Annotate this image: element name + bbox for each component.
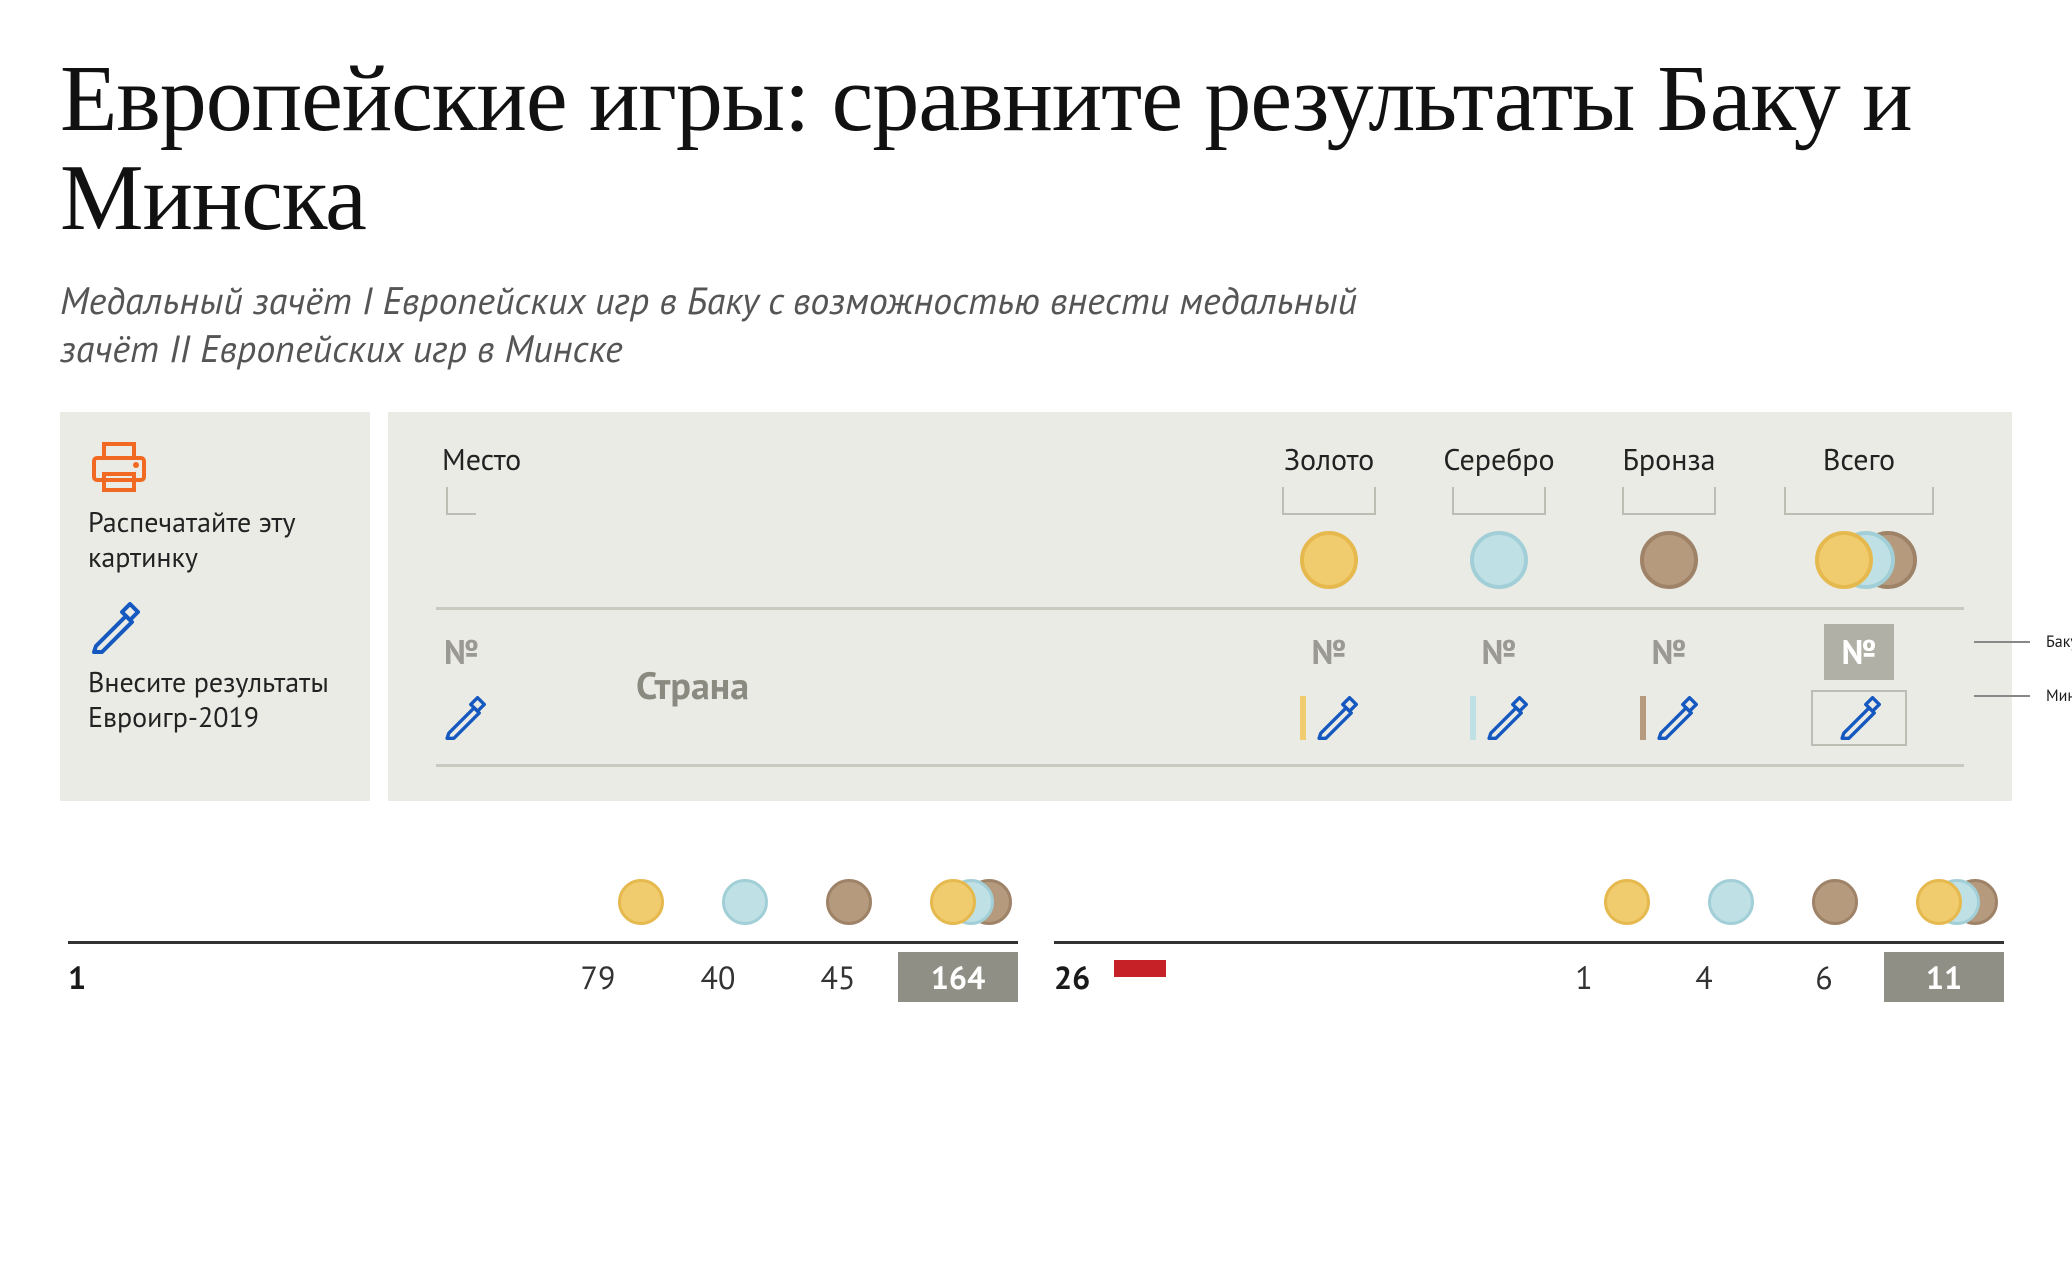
table-header-icons <box>1054 879 2004 925</box>
total-cell: 11 <box>1884 952 2004 1002</box>
key-baku-label: Баку-2015 <box>2046 632 2072 652</box>
gold-medal-icon <box>1300 531 1358 589</box>
bracket-decor <box>1784 487 1934 515</box>
bronze-cell: 45 <box>778 956 898 998</box>
silver-cell: 40 <box>658 956 778 998</box>
col-gold-label: Золото <box>1244 440 1414 479</box>
bronze-medal-icon <box>1640 531 1698 589</box>
num-placeholder: № <box>1584 630 1754 674</box>
table-header-icons <box>68 879 1018 925</box>
bronze-cell: 6 <box>1764 956 1884 998</box>
legend-right-box: Место Золото Серебро Бронза Всего <box>388 412 2012 801</box>
num-placeholder: № <box>1414 630 1584 674</box>
pencil-icon <box>1314 696 1358 740</box>
silver-medal-icon <box>1708 879 1754 925</box>
edit-bronze-field[interactable] <box>1584 696 1754 740</box>
legend-divider <box>436 764 1964 767</box>
enter-hint: Внесите результаты Евроигр-2019 <box>88 602 342 734</box>
print-hint: Распечатайте эту картинку <box>88 440 342 574</box>
bronze-tick-icon <box>1640 696 1646 740</box>
pencil-icon <box>1837 696 1881 740</box>
enter-hint-label: Внесите результаты Евроигр-2019 <box>88 664 342 734</box>
gold-medal-icon <box>1604 879 1650 925</box>
bronze-medal-icon <box>1812 879 1858 925</box>
pencil-icon <box>1654 696 1698 740</box>
table-row: 1 79 40 45 164 <box>68 944 1018 1002</box>
table-right: 26 1 4 6 11 <box>1054 879 2004 1002</box>
silver-cell: 4 <box>1644 956 1764 998</box>
pencil-icon <box>442 696 486 740</box>
num-placeholder: № <box>436 630 606 674</box>
key-dash-icon <box>1974 695 2030 697</box>
table-row: 26 1 4 6 11 <box>1054 944 2004 1002</box>
silver-medal-icon <box>1470 531 1528 589</box>
silver-tick-icon <box>1470 696 1476 740</box>
gold-medal-icon <box>618 879 664 925</box>
legend-divider <box>436 607 1964 610</box>
pencil-icon <box>1484 696 1528 740</box>
total-medals-icon <box>930 879 1002 925</box>
legend-left-box: Распечатайте эту картинку Внесите резуль… <box>60 412 370 801</box>
gold-cell: 1 <box>1524 956 1644 998</box>
edit-rank-field[interactable] <box>436 696 606 740</box>
rank-cell: 26 <box>1054 956 1114 998</box>
bracket-decor <box>1622 487 1716 515</box>
flag-icon <box>1114 960 1166 994</box>
col-silver-label: Серебро <box>1414 440 1584 479</box>
col-place-label: Место <box>436 440 606 479</box>
total-cell: 164 <box>898 952 1018 1002</box>
edit-total-field[interactable] <box>1754 690 1964 746</box>
print-hint-label: Распечатайте эту картинку <box>88 504 342 574</box>
pencil-icon <box>88 602 342 654</box>
edit-gold-field[interactable] <box>1244 696 1414 740</box>
medal-tables: 1 79 40 45 164 26 1 4 <box>60 879 2012 1002</box>
bronze-medal-icon <box>826 879 872 925</box>
total-medals-icon <box>1916 879 1988 925</box>
printer-icon <box>88 440 342 494</box>
col-total-label: Всего <box>1754 440 1964 479</box>
table-left: 1 79 40 45 164 <box>68 879 1018 1002</box>
bracket-decor <box>446 487 476 515</box>
rank-cell: 1 <box>68 956 128 998</box>
silver-medal-icon <box>722 879 768 925</box>
num-total-placeholder: № <box>1824 624 1895 680</box>
bracket-decor <box>1452 487 1546 515</box>
legend-key: Баку-2015 Минск-2019 <box>1974 632 2072 740</box>
bracket-decor <box>1282 487 1376 515</box>
key-minsk-label: Минск-2019 <box>2046 686 2072 706</box>
col-bronze-label: Бронза <box>1584 440 1754 479</box>
legend-panel: Распечатайте эту картинку Внесите резуль… <box>60 412 2012 801</box>
num-placeholder: № <box>1244 630 1414 674</box>
country-placeholder: Страна <box>606 661 1244 710</box>
page-title: Европейские игры: сравните результаты Ба… <box>60 50 2012 247</box>
page-subtitle: Медальный зачёт I Европейских игр в Баку… <box>60 277 1460 372</box>
gold-tick-icon <box>1300 696 1306 740</box>
gold-cell: 79 <box>538 956 658 998</box>
edit-silver-field[interactable] <box>1414 696 1584 740</box>
total-medals-icon <box>1815 531 1903 589</box>
key-dash-icon <box>1974 641 2030 643</box>
